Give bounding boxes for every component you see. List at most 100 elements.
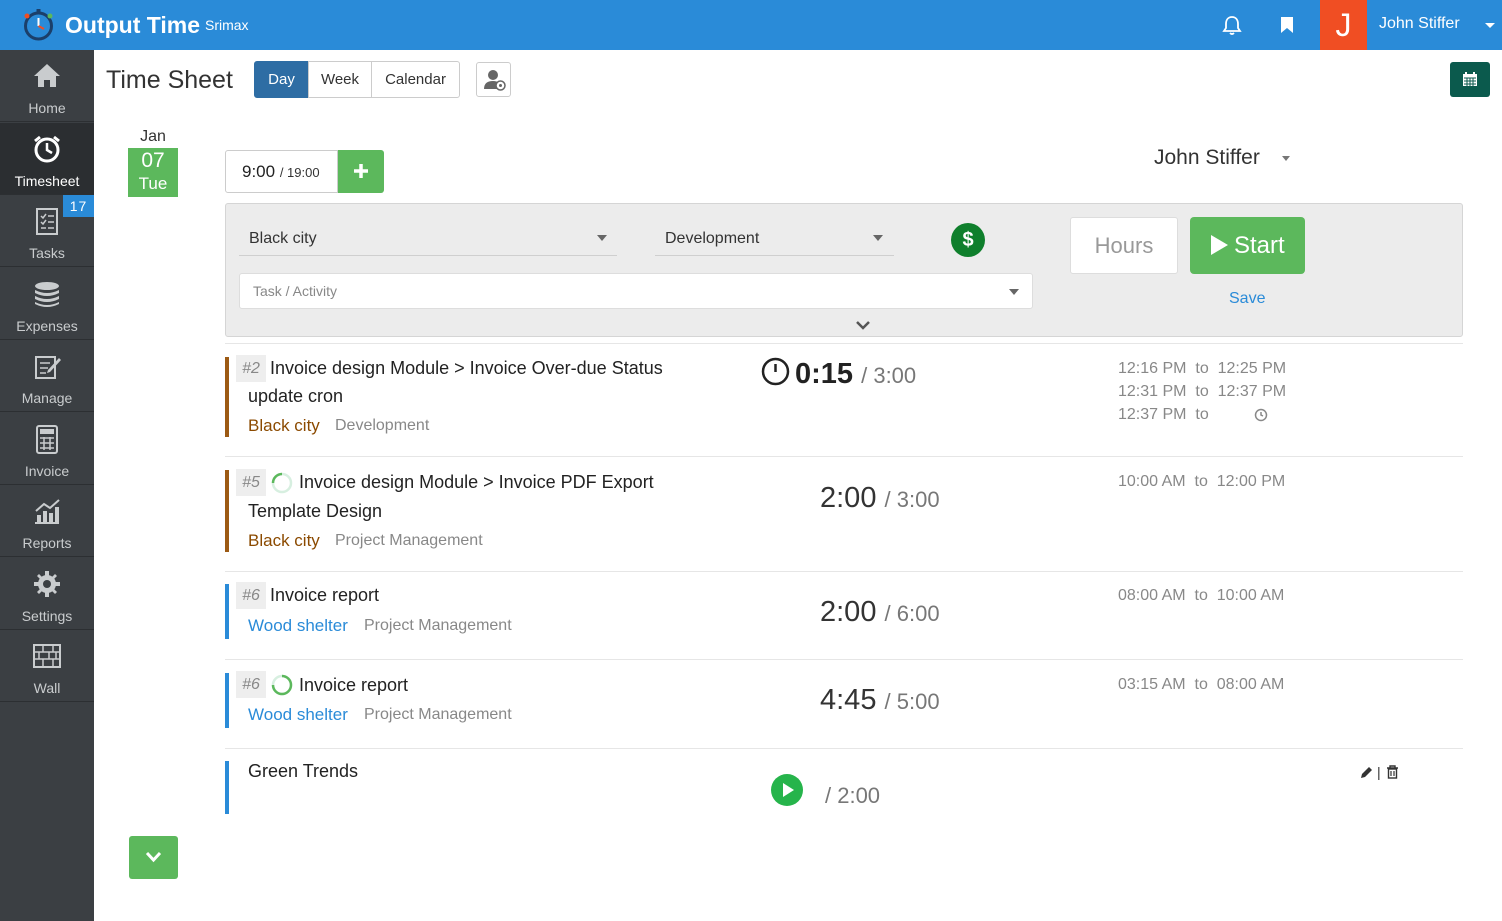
entry-client[interactable]: Black city xyxy=(248,416,320,436)
sidebar-item-timesheet[interactable]: Timesheet xyxy=(0,123,94,195)
entry-title[interactable]: Invoice design Module > Invoice PDF Expo… xyxy=(299,468,654,496)
sidebar-item-tasks[interactable]: 17 Tasks xyxy=(0,195,94,267)
task-activity-input[interactable]: Task / Activity xyxy=(239,273,1033,309)
avatar[interactable]: J xyxy=(1320,0,1367,50)
entry-title-cont[interactable]: Template Design xyxy=(248,497,382,525)
timesheet-entry[interactable]: #6 Invoice report Wood shelter Project M… xyxy=(225,571,1463,659)
add-entry-button[interactable] xyxy=(338,150,384,193)
entry-duration-value: 4:45 xyxy=(820,684,877,716)
sidebar-item-manage[interactable]: Manage xyxy=(0,340,94,412)
entry-estimate: / 3:00 xyxy=(884,487,940,512)
entry-title[interactable]: Invoice report xyxy=(299,671,408,699)
play-timer-icon[interactable] xyxy=(771,774,803,806)
timesheet-entry[interactable]: #6 Invoice report Wood shelter Project M… xyxy=(225,659,1463,748)
entry-title[interactable]: Green Trends xyxy=(248,757,358,785)
checklist-icon xyxy=(36,208,58,235)
logged-time: 9:00 xyxy=(242,162,276,181)
edit-note-icon xyxy=(35,356,61,379)
timesheet-entry[interactable]: Green Trends / 2:00 | xyxy=(225,748,1463,818)
stopwatch-logo-icon[interactable] xyxy=(22,8,55,41)
entry-title[interactable]: Invoice design Module > Invoice Over-due… xyxy=(270,354,663,382)
time-range: 12:31 PM to 12:37 PM xyxy=(1118,383,1286,401)
sidebar-item-settings[interactable]: Settings xyxy=(0,558,94,630)
entry-estimate: / 5:00 xyxy=(884,689,940,714)
sidebar-item-reports[interactable]: Reports xyxy=(0,485,94,557)
calendar-picker-button[interactable] xyxy=(1450,62,1490,97)
hours-input[interactable]: Hours xyxy=(1070,217,1178,274)
tab-calendar[interactable]: Calendar xyxy=(371,61,460,98)
sidebar-item-label: Timesheet xyxy=(14,173,80,189)
entry-title[interactable]: Invoice report xyxy=(270,581,379,609)
tab-day[interactable]: Day xyxy=(254,61,309,98)
time-range: 03:15 AM to 08:00 AM xyxy=(1118,676,1284,694)
user-menu-name[interactable]: John Stiffer xyxy=(1379,15,1460,33)
bell-icon[interactable] xyxy=(1221,14,1243,36)
task-activity-placeholder: Task / Activity xyxy=(253,283,338,299)
expand-chevron-icon[interactable] xyxy=(855,320,871,330)
entry-activity: Project Management xyxy=(364,706,512,723)
chevron-down-icon[interactable] xyxy=(1282,156,1290,161)
client-select-value: Black city xyxy=(249,230,317,247)
timesheet-entry[interactable]: #5 Invoice design Module > Invoice PDF E… xyxy=(225,456,1463,571)
date-badge[interactable]: 07 Tue xyxy=(128,148,178,197)
range-to: 12:37 PM xyxy=(1217,383,1287,400)
start-button[interactable]: Start xyxy=(1190,217,1305,274)
pencil-icon[interactable] xyxy=(1360,766,1373,779)
sidebar-item-expenses[interactable]: Expenses xyxy=(0,268,94,340)
sidebar: Home Timesheet 17 Tasks Expenses Manage … xyxy=(0,50,94,921)
entry-duration: 0:15 / 3:00 xyxy=(795,358,916,391)
chevron-down-icon[interactable] xyxy=(1485,23,1495,28)
sidebar-item-invoice[interactable]: Invoice xyxy=(0,413,94,485)
running-timer-icon[interactable] xyxy=(761,357,790,386)
range-from: 10:00 AM xyxy=(1118,473,1186,490)
trash-icon[interactable] xyxy=(1386,765,1399,779)
entry-duration: / 2:00 xyxy=(825,778,880,811)
save-link[interactable]: Save xyxy=(1229,290,1265,308)
home-icon xyxy=(34,64,60,87)
app-name[interactable]: Output Time xyxy=(65,12,200,39)
entry-activity: Project Management xyxy=(335,532,483,549)
task-number-badge: #6 xyxy=(236,582,266,609)
plus-icon xyxy=(354,164,368,178)
range-to: 12:25 PM xyxy=(1217,360,1287,377)
range-to-word: to xyxy=(1195,406,1209,423)
range-from: 12:37 PM xyxy=(1118,406,1187,423)
client-select[interactable]: Black city xyxy=(239,218,617,256)
progress-spinner-icon xyxy=(271,472,293,494)
brick-wall-icon xyxy=(33,644,61,668)
expand-down-button[interactable] xyxy=(129,836,178,879)
billable-dollar-icon[interactable]: $ xyxy=(951,223,985,257)
tab-week[interactable]: Week xyxy=(308,61,372,98)
total-time: / 19:00 xyxy=(279,165,320,180)
bookmark-icon[interactable] xyxy=(1276,14,1298,36)
range-to-word: to xyxy=(1195,360,1209,377)
entry-duration-value: 0:15 xyxy=(795,358,854,390)
sidebar-item-label: Tasks xyxy=(29,245,65,261)
user-select[interactable]: John Stiffer xyxy=(1154,146,1260,170)
timesheet-entry[interactable]: #2 Invoice design Module > Invoice Over-… xyxy=(225,343,1463,456)
calculator-icon xyxy=(36,425,58,454)
entry-client[interactable]: Wood shelter xyxy=(248,616,348,636)
alarm-clock-icon xyxy=(34,135,60,163)
sidebar-item-wall[interactable]: Wall xyxy=(0,630,94,702)
sidebar-item-home[interactable]: Home xyxy=(0,50,94,122)
entry-activity: Development xyxy=(335,417,430,434)
time-range: 12:37 PM to xyxy=(1118,406,1209,424)
user-filter-button[interactable] xyxy=(476,62,511,97)
sidebar-item-label: Settings xyxy=(21,608,73,624)
entry-estimate: / 3:00 xyxy=(861,363,917,388)
entry-client[interactable]: Wood shelter xyxy=(248,705,348,725)
range-to: 12:00 PM xyxy=(1216,473,1286,490)
range-to: 10:00 AM xyxy=(1216,587,1285,604)
entry-client[interactable]: Black city xyxy=(248,531,320,551)
calendar-icon xyxy=(1463,72,1477,86)
top-bar: Output Time Srimax J John Stiffer xyxy=(0,0,1502,50)
tasks-count-badge: 17 xyxy=(63,195,94,217)
actions-separator: | xyxy=(1377,764,1381,780)
category-select[interactable]: Development xyxy=(655,218,894,256)
date-day: 07 xyxy=(141,149,165,172)
sidebar-item-label: Manage xyxy=(21,390,73,406)
range-to-word: to xyxy=(1194,676,1208,693)
entry-duration-value: 2:00 xyxy=(820,482,877,514)
entry-title-cont[interactable]: update cron xyxy=(248,382,343,410)
